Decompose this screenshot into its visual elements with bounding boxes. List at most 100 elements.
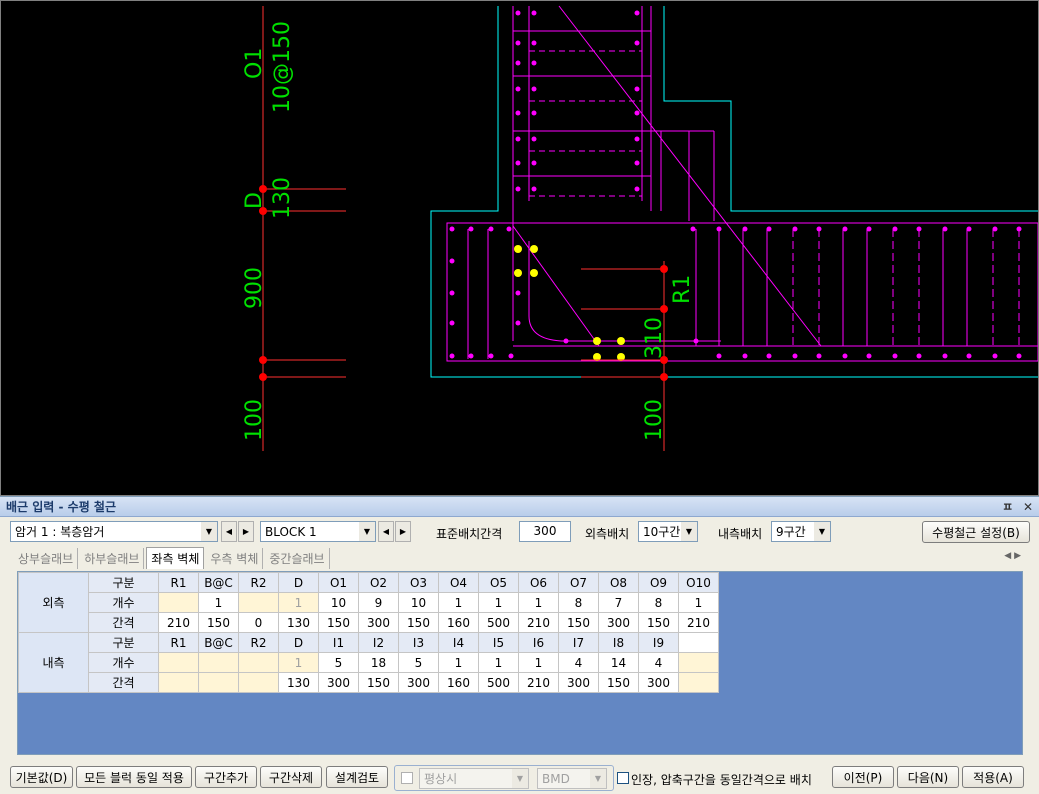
add-section-button[interactable]: 구간추가 [195,766,257,788]
chevron-down-icon: ▼ [590,769,606,788]
grid-cell[interactable]: 150 [598,672,639,693]
grid-cell[interactable] [238,672,279,693]
grid-cell[interactable]: 300 [598,612,639,633]
app-window: O1 10@150 D 130 900 100 R1 310 100 배근 입력… [0,0,1039,794]
grid-cell[interactable] [678,652,719,673]
dim-label-o1: O1 [242,48,267,79]
grid-header: O8 [598,572,639,593]
grid-cell[interactable] [238,592,279,613]
grid-cell[interactable]: 5 [318,652,359,673]
dim-label-100-left: 100 [242,399,267,441]
grid-cell[interactable]: 300 [358,612,399,633]
grid-cell[interactable]: 1 [278,652,319,673]
grid-cell[interactable]: 160 [438,612,479,633]
grid-cell[interactable]: 1 [518,592,559,613]
grid-cell[interactable]: 8 [638,592,679,613]
grid-cell[interactable]: 150 [558,612,599,633]
grid-cell[interactable]: 1 [478,652,519,673]
grid-header: I3 [398,632,439,653]
grid-cell[interactable]: 210 [518,612,559,633]
grid-cell[interactable]: 160 [438,672,479,693]
member-next-button[interactable]: ▶ [238,521,254,542]
block-next-button[interactable]: ▶ [395,521,411,542]
apply-all-blocks-button[interactable]: 모든 블럭 동일 적용 [76,766,192,788]
grid-cell[interactable]: 300 [318,672,359,693]
grid-cell[interactable] [198,652,239,673]
prev-button[interactable]: 이전(P) [832,766,894,788]
grid-cell[interactable]: 130 [278,612,319,633]
member-tabs: 상부슬래브 하부슬래브 좌측 벽체 우측 벽체 중간슬래브 [14,547,332,569]
grid-cell[interactable]: 300 [398,672,439,693]
std-spacing-input[interactable]: 300 [519,521,571,542]
grid-cell[interactable]: 150 [198,612,239,633]
design-review-button[interactable]: 설계검토 [326,766,388,788]
grid-cell[interactable]: 150 [398,612,439,633]
grid-cell[interactable]: 1 [678,592,719,613]
grid-cell[interactable]: 130 [278,672,319,693]
grid-cell[interactable]: 1 [438,592,479,613]
default-button[interactable]: 기본값(D) [10,766,73,788]
block-prev-button[interactable]: ◀ [378,521,394,542]
grid-cell[interactable]: 0 [238,612,279,633]
grid-header: O4 [438,572,479,593]
grid-header: I6 [518,632,559,653]
grid-cell[interactable]: 210 [518,672,559,693]
grid-cell[interactable] [198,672,239,693]
grid-cell[interactable]: 14 [598,652,639,673]
outer-layout-select[interactable]: 10구간 ▼ [638,521,698,542]
grid-cell[interactable]: 4 [558,652,599,673]
block-select[interactable]: BLOCK 1 ▼ [260,521,376,542]
grid-cell[interactable]: 150 [638,612,679,633]
grid-cell[interactable] [238,652,279,673]
grid-cell[interactable] [158,672,199,693]
grid-cell[interactable]: 150 [318,612,359,633]
settings-button[interactable]: 수평철근 설정(B) [922,521,1030,543]
grid-cell[interactable]: 210 [678,612,719,633]
grid-cell[interactable] [158,652,199,673]
apply-button[interactable]: 적용(A) [962,766,1024,788]
drawing-canvas[interactable]: O1 10@150 D 130 900 100 R1 310 100 [0,0,1039,496]
tab-top-slab[interactable]: 상부슬래브 [14,548,79,569]
tab-scroll-arrows[interactable]: ◀ ▶ [1004,551,1021,561]
dim-label-r1: R1 [670,275,695,304]
close-icon[interactable]: ✕ [1023,500,1033,514]
moment-select[interactable]: BMD ▼ [537,768,607,789]
pin-icon[interactable]: ㅍ [1002,498,1013,515]
grid-cell[interactable]: 300 [638,672,679,693]
grid-cell[interactable]: 18 [358,652,399,673]
grid-cell[interactable]: 5 [398,652,439,673]
grid-cell[interactable]: 4 [638,652,679,673]
tab-middle-slab[interactable]: 중간슬래브 [265,548,330,569]
grid-cell[interactable]: 210 [158,612,199,633]
grid-cell[interactable]: 10 [318,592,359,613]
tab-left-wall[interactable]: 좌측 벽체 [146,547,205,569]
grid-cell[interactable] [678,672,719,693]
grid-cell[interactable]: 150 [358,672,399,693]
grid-cell[interactable]: 300 [558,672,599,693]
grid-cell[interactable]: 1 [278,592,319,613]
grid-cell[interactable]: 7 [598,592,639,613]
rebar-grid: 외측 구분 R1 B@C R2 D O1 O2 O3 O4 O5 O6 O7 O… [17,571,1023,755]
next-button[interactable]: 다음(N) [897,766,959,788]
case-select-value: 평상시 [424,772,458,786]
grid-cell[interactable]: 9 [358,592,399,613]
grid-cell[interactable] [158,592,199,613]
grid-cell[interactable]: 500 [478,612,519,633]
tab-bottom-slab[interactable]: 하부슬래브 [80,548,145,569]
inner-layout-select[interactable]: 9구간 ▼ [771,521,831,542]
delete-section-button[interactable]: 구간삭제 [260,766,322,788]
grid-cell[interactable]: 8 [558,592,599,613]
member-prev-button[interactable]: ◀ [221,521,237,542]
grid-cell[interactable]: 1 [198,592,239,613]
tab-right-wall[interactable]: 우측 벽체 [206,548,264,569]
grid-cell[interactable]: 500 [478,672,519,693]
chevron-down-icon: ▼ [512,769,528,788]
member-select[interactable]: 암거 1 : 복층암거 ▼ [10,521,218,542]
grid-cell[interactable]: 1 [478,592,519,613]
case-select[interactable]: 평상시 ▼ [419,768,529,789]
grid-cell[interactable]: 1 [438,652,479,673]
review-checkbox[interactable] [401,772,413,784]
equal-spacing-checkbox[interactable] [617,772,629,784]
grid-cell[interactable]: 1 [518,652,559,673]
grid-cell[interactable]: 10 [398,592,439,613]
